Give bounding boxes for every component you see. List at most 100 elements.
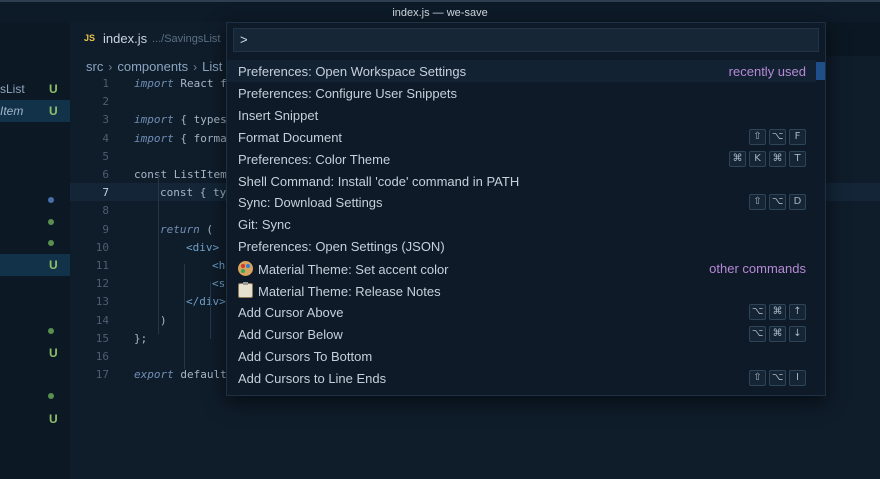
tab-index-js[interactable]: JS index.js .../SavingsList <box>70 22 230 56</box>
command-item[interactable]: Format Document ⇧ ⌥ F <box>227 126 816 148</box>
tab-path: .../SavingsList <box>152 33 221 45</box>
command-item[interactable]: Shell Command: Install 'code' command in… <box>227 170 816 192</box>
code-text: ) <box>160 313 167 327</box>
code-text: return ( <box>160 222 213 236</box>
code-text: const { ty <box>160 186 227 200</box>
code-text: <h <box>212 259 226 272</box>
command-label: Preferences: Color Theme <box>238 152 390 167</box>
key-cap: ↓ <box>789 325 806 342</box>
line-number: 7 <box>102 186 109 200</box>
command-item[interactable]: Git: Sync <box>227 213 816 235</box>
command-label-text: Sync: Download Settings <box>238 195 383 211</box>
sidebar-item[interactable]: U <box>0 408 70 430</box>
chevron-right-icon: › <box>108 60 113 74</box>
command-label-text: Shell Command: Install 'code' command in… <box>238 173 520 189</box>
command-label-text: Preferences: Open Workspace Settings <box>238 64 467 79</box>
key-cap: ⌥ <box>749 303 766 320</box>
breadcrumb-components[interactable]: components <box>117 59 188 74</box>
line-number: 3 <box>102 113 109 127</box>
key-cap: K <box>749 150 766 167</box>
sidebar-item-savingslist[interactable]: sList U <box>0 78 70 100</box>
command-label: Sync: Download Settings <box>238 195 383 210</box>
line-number: 10 <box>95 240 109 254</box>
git-status-badge: U <box>49 258 58 272</box>
command-item[interactable]: Preferences: Color Theme ⌘ K ⌘ T <box>227 148 816 170</box>
line-number: 5 <box>102 149 109 163</box>
keybinding: ⌥ ⌘ ↓ <box>749 325 806 342</box>
command-item[interactable]: Add Cursor Above ⌥ ⌘ ↑ <box>227 301 816 323</box>
command-label-text: Preferences: Configure User Snippets <box>238 85 457 101</box>
line-number: 12 <box>95 277 109 291</box>
key-cap: ↑ <box>789 303 806 320</box>
window-title: index.js — we-save <box>392 7 488 19</box>
sidebar-item[interactable]: U <box>0 342 70 364</box>
code-text: import { forma <box>134 131 227 145</box>
command-item[interactable]: Add Cursors To Bottom <box>227 345 816 367</box>
sidebar-item-listitem[interactable]: Item U <box>0 100 70 122</box>
command-label: Preferences: Open Settings (JSON) <box>238 239 445 254</box>
code-text: <div> <box>186 240 220 254</box>
command-item[interactable]: Preferences: Open Workspace Settings rece… <box>227 60 816 82</box>
command-label: Git: Sync <box>238 217 291 232</box>
command-item[interactable]: Insert Snippet <box>227 104 816 126</box>
command-label: Format Document <box>238 130 342 145</box>
git-status-badge: U <box>49 82 58 96</box>
indent-guide <box>210 282 211 334</box>
code-text: import React f <box>134 77 227 90</box>
key-cap: ⌥ <box>749 325 766 342</box>
command-item[interactable]: Material Theme: Set accent color other co… <box>227 257 816 279</box>
breadcrumb-list[interactable]: List <box>202 59 222 74</box>
command-item[interactable]: Preferences: Configure User Snippets <box>227 82 816 104</box>
breadcrumb-src[interactable]: src <box>86 59 103 74</box>
command-label: Preferences: Configure User Snippets <box>238 86 457 101</box>
command-group-tag: other commands <box>709 261 806 277</box>
command-item[interactable]: Sync: Download Settings ⇧ ⌥ D <box>227 191 816 213</box>
command-item[interactable]: Preferences: Open Settings (JSON) <box>227 235 816 257</box>
sidebar-item-label: sList <box>0 82 25 96</box>
code-text: </div> <box>186 295 226 309</box>
line-number: 13 <box>95 295 109 309</box>
command-input[interactable]: > <box>233 28 819 52</box>
keybinding: ⇧ ⌥ F <box>749 128 806 145</box>
key-cap: ⌥ <box>769 369 786 386</box>
command-label: Insert Snippet <box>238 108 318 123</box>
command-list-scrollbar[interactable] <box>816 62 825 80</box>
command-item[interactable]: Add Cursor Below ⌥ ⌘ ↓ <box>227 323 816 345</box>
line-number: 16 <box>95 350 109 363</box>
key-cap: I <box>789 369 806 386</box>
key-cap: ⇧ <box>749 369 766 386</box>
keybinding: ⌘ K ⌘ T <box>729 150 806 167</box>
javascript-file-icon: JS <box>84 33 96 43</box>
modified-dot <box>48 197 54 203</box>
key-cap: D <box>789 194 806 211</box>
command-item[interactable]: Material Theme: Release Notes <box>227 279 816 301</box>
command-label: Preferences: Open Workspace Settings <box>238 64 466 79</box>
command-label-text: Add Cursors To Bottom <box>238 348 373 364</box>
key-cap: ⇧ <box>749 194 766 211</box>
line-number: 2 <box>102 95 109 109</box>
tab-filename: index.js <box>103 31 148 46</box>
breadcrumb: src › components › List <box>86 59 222 74</box>
command-label-text: Preferences: Color Theme <box>238 151 391 167</box>
line-number: 4 <box>102 131 109 145</box>
command-label: Shell Command: Install 'code' command in… <box>238 174 519 189</box>
line-number: 8 <box>102 204 109 218</box>
command-label-text: Material Theme: Release Notes <box>258 284 441 299</box>
command-item[interactable]: Add Cursors to Line Ends ⇧ ⌥ I <box>227 367 816 389</box>
keybinding: ⌥ ⌘ ↑ <box>749 303 806 320</box>
modified-dot <box>48 219 54 225</box>
code-text: import { types <box>134 113 227 127</box>
key-cap: ⌥ <box>769 194 786 211</box>
git-status-badge: U <box>49 412 58 426</box>
sidebar-item-selected[interactable]: U <box>0 254 70 276</box>
line-number: 14 <box>95 313 109 327</box>
command-label-text: Insert Snippet <box>238 107 319 123</box>
command-palette: > Preferences: Open Workspace Settings re… <box>226 22 826 396</box>
command-group-tag: recently used <box>728 64 806 79</box>
code-text: const ListItem <box>134 168 227 181</box>
command-label-text: Preferences: Open Settings (JSON) <box>238 239 445 255</box>
indent-guide <box>158 174 159 334</box>
modified-dot <box>48 328 54 334</box>
key-cap: ⌥ <box>769 128 786 145</box>
command-label: Add Cursor Below <box>238 327 343 342</box>
